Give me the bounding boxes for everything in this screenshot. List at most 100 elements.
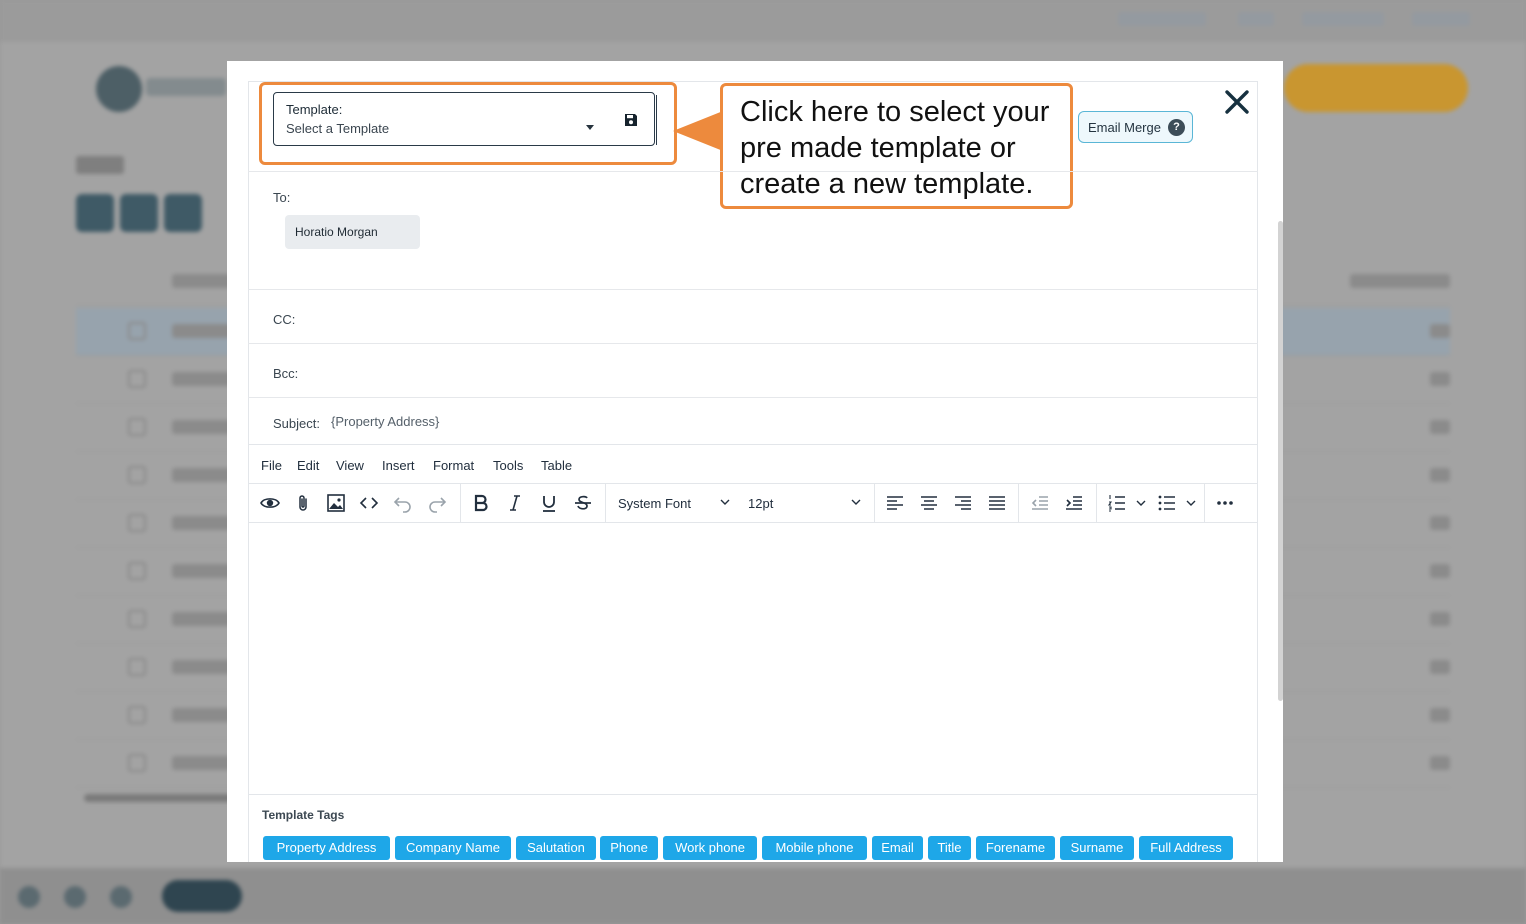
tag-full-address[interactable]: Full Address bbox=[1139, 836, 1233, 860]
background-cell bbox=[1430, 516, 1450, 530]
background-nav-link bbox=[1118, 12, 1206, 26]
menu-view[interactable]: View bbox=[336, 458, 364, 473]
more-icon[interactable] bbox=[1213, 491, 1237, 515]
background-checkbox bbox=[128, 610, 146, 628]
redo-icon[interactable] bbox=[425, 491, 449, 515]
menu-insert[interactable]: Insert bbox=[382, 458, 415, 473]
email-merge-label: Email Merge bbox=[1088, 120, 1161, 135]
close-icon[interactable] bbox=[1224, 89, 1250, 115]
background-topbar bbox=[0, 0, 1526, 42]
tag-email[interactable]: Email bbox=[872, 836, 923, 860]
callout-box: Click here to select your pre made templ… bbox=[720, 83, 1073, 209]
toolbar-separator bbox=[605, 484, 606, 523]
numbered-list-icon[interactable] bbox=[1105, 491, 1129, 515]
font-family-value: System Font bbox=[618, 496, 691, 511]
tag-salutation[interactable]: Salutation bbox=[516, 836, 596, 860]
background-cell bbox=[172, 420, 232, 434]
underline-icon[interactable] bbox=[537, 491, 561, 515]
code-icon[interactable] bbox=[357, 491, 381, 515]
attachment-icon[interactable] bbox=[291, 491, 315, 515]
background-cell bbox=[172, 708, 232, 722]
tag-surname[interactable]: Surname bbox=[1060, 836, 1134, 860]
chevron-down-icon bbox=[720, 499, 730, 505]
background-nav-link bbox=[1238, 12, 1274, 26]
indent-icon[interactable] bbox=[1062, 491, 1086, 515]
italic-icon[interactable] bbox=[503, 491, 527, 515]
section-divider bbox=[248, 171, 1258, 172]
align-center-icon[interactable] bbox=[917, 491, 941, 515]
tag-forename[interactable]: Forename bbox=[976, 836, 1055, 860]
background-bottom-icon bbox=[110, 886, 132, 908]
background-cell bbox=[172, 660, 232, 674]
menu-file[interactable]: File bbox=[261, 458, 282, 473]
chevron-down-icon[interactable] bbox=[1185, 497, 1197, 509]
outdent-icon[interactable] bbox=[1028, 491, 1052, 515]
tag-mobile-phone[interactable]: Mobile phone bbox=[762, 836, 867, 860]
background-action-button bbox=[164, 194, 202, 232]
align-justify-icon[interactable] bbox=[985, 491, 1009, 515]
background-cell bbox=[172, 372, 232, 386]
background-cell bbox=[1430, 468, 1450, 482]
align-left-icon[interactable] bbox=[883, 491, 907, 515]
background-checkbox bbox=[128, 370, 146, 388]
bullet-list-icon[interactable] bbox=[1155, 491, 1179, 515]
toolbar-separator bbox=[1018, 484, 1019, 523]
tag-work-phone[interactable]: Work phone bbox=[663, 836, 757, 860]
background-checkbox bbox=[128, 754, 146, 772]
background-cell bbox=[172, 324, 232, 338]
background-cell bbox=[1430, 564, 1450, 578]
editor-content-area[interactable] bbox=[249, 523, 1257, 793]
background-cell bbox=[1430, 612, 1450, 626]
toolbar-separator bbox=[460, 484, 461, 523]
toolbar-separator bbox=[874, 484, 875, 523]
font-size-value: 12pt bbox=[748, 496, 774, 511]
background-logo-text bbox=[146, 78, 226, 96]
tag-company-name[interactable]: Company Name bbox=[395, 836, 511, 860]
background-cell bbox=[1430, 372, 1450, 386]
chevron-down-icon bbox=[851, 499, 861, 505]
menu-format[interactable]: Format bbox=[433, 458, 474, 473]
help-icon[interactable]: ? bbox=[1168, 119, 1185, 136]
recipient-chip[interactable]: Horatio Morgan bbox=[285, 215, 420, 249]
background-cell bbox=[1430, 420, 1450, 434]
cc-input[interactable] bbox=[317, 301, 1247, 337]
image-icon[interactable] bbox=[324, 491, 348, 515]
background-cell bbox=[1350, 274, 1450, 288]
background-cell bbox=[1430, 660, 1450, 674]
background-checkbox bbox=[128, 514, 146, 532]
callout-arrow bbox=[673, 111, 723, 151]
to-label: To: bbox=[273, 190, 291, 205]
email-composer-modal: Template: Select a Template Click here t… bbox=[227, 61, 1283, 862]
editor-toolbar: System Font 12pt bbox=[249, 484, 1257, 523]
align-right-icon[interactable] bbox=[951, 491, 975, 515]
menu-tools[interactable]: Tools bbox=[493, 458, 523, 473]
tag-property-address[interactable]: Property Address bbox=[263, 836, 390, 860]
section-divider bbox=[248, 289, 1258, 290]
bcc-input[interactable] bbox=[317, 355, 1247, 391]
email-merge-button[interactable]: Email Merge ? bbox=[1078, 111, 1193, 143]
modal-scrollbar[interactable] bbox=[1278, 221, 1283, 701]
menu-table[interactable]: Table bbox=[541, 458, 572, 473]
strikethrough-icon[interactable] bbox=[571, 491, 595, 515]
menu-edit[interactable]: Edit bbox=[297, 458, 319, 473]
tag-title[interactable]: Title bbox=[928, 836, 971, 860]
font-size-select[interactable]: 12pt bbox=[748, 491, 864, 515]
font-family-select[interactable]: System Font bbox=[618, 491, 734, 515]
background-cell bbox=[172, 274, 232, 288]
bold-icon[interactable] bbox=[469, 491, 493, 515]
background-checkbox bbox=[128, 322, 146, 340]
background-cell bbox=[1430, 756, 1450, 770]
background-checkbox bbox=[128, 562, 146, 580]
undo-icon[interactable] bbox=[391, 491, 415, 515]
subject-input[interactable]: {Property Address} bbox=[331, 414, 439, 429]
editor-menubar: File Edit View Insert Format Tools Table bbox=[249, 444, 1257, 484]
chevron-down-icon[interactable] bbox=[1135, 497, 1147, 509]
background-cell bbox=[1430, 324, 1450, 338]
preview-icon[interactable] bbox=[258, 491, 282, 515]
background-checkbox bbox=[128, 418, 146, 436]
background-bottom-icon bbox=[64, 886, 86, 908]
section-divider bbox=[248, 343, 1258, 344]
background-checkbox bbox=[128, 658, 146, 676]
tag-phone[interactable]: Phone bbox=[600, 836, 658, 860]
background-bottom-icon bbox=[18, 886, 40, 908]
